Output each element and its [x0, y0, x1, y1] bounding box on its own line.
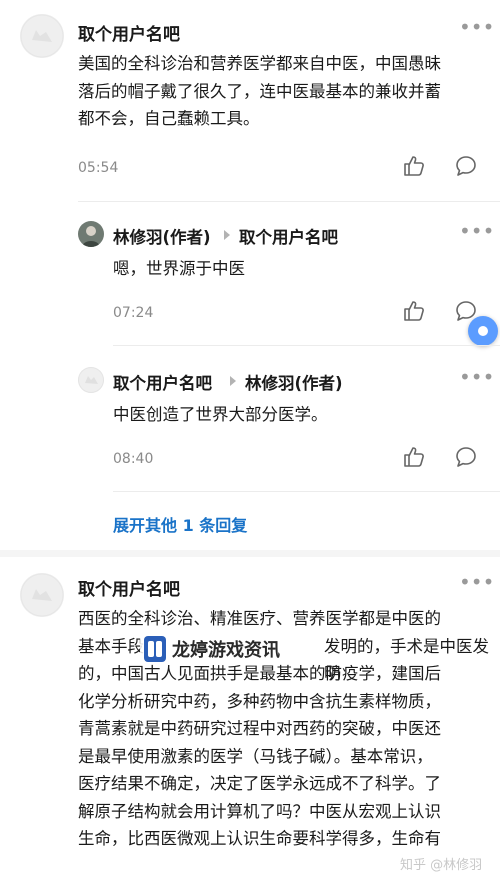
reply-username[interactable]: 林修羽(作者) — [113, 224, 211, 248]
floating-action-button[interactable] — [468, 316, 498, 346]
reply-username[interactable]: 取个用户名吧 — [113, 370, 212, 394]
comment-line: 生命，比西医微观上认识生命要科学得多，生命有 — [78, 829, 441, 848]
more-options-icon[interactable]: ••• — [459, 367, 494, 387]
divider — [113, 345, 500, 346]
avatar[interactable] — [20, 14, 64, 58]
comment-line: 西医的全科诊治、精准医疗、营养医学都是中医的 — [78, 609, 441, 628]
comment-line: 都不会，自己蠢赖工具。 — [78, 109, 260, 128]
reply-time: 07:24 — [113, 305, 154, 321]
reply-body: 嗯，世界源于中医 — [113, 259, 245, 278]
reply-arrow-icon — [230, 376, 236, 386]
comment-line: 美国的全科诊治和营养医学都来自中医，中国愚昧 — [78, 54, 441, 73]
avatar[interactable] — [20, 573, 64, 617]
more-options-icon[interactable]: ••• — [459, 17, 494, 37]
like-icon[interactable] — [403, 446, 425, 472]
reply-body: 中医创造了世界大部分医学。 — [113, 405, 328, 424]
like-icon[interactable] — [403, 155, 425, 181]
watermark-logo-icon — [144, 636, 166, 662]
divider — [113, 491, 500, 492]
reply-target[interactable]: 林修羽(作者) — [245, 370, 343, 394]
comment-line: 化学分析研究中药，多种药物中含抗生素样物质， — [78, 691, 441, 711]
comment-time: 05:54 — [78, 160, 119, 176]
avatar[interactable] — [78, 221, 104, 247]
reply-icon[interactable] — [455, 155, 477, 181]
reply-icon[interactable] — [455, 446, 477, 472]
comment-username[interactable]: 取个用户名吧 — [78, 575, 180, 600]
more-options-icon[interactable]: ••• — [459, 572, 494, 592]
section-divider — [0, 550, 500, 557]
watermark-label: 龙婷游戏资讯 — [172, 640, 280, 661]
comment-line: 医疗结果不确定，决定了医学永远成不了科学。了 — [78, 774, 441, 793]
expand-replies-link[interactable]: 展开其他 1 条回复 — [113, 512, 247, 536]
avatar[interactable] — [78, 367, 104, 393]
comment-fragment: 发明的，手术是中医发明 — [324, 636, 489, 684]
comment-username[interactable]: 取个用户名吧 — [78, 20, 180, 45]
comment-line: 青蒿素就是中药研究过程中对西药的突破，中医还 — [78, 719, 441, 738]
watermark: 龙婷游戏资讯 — [140, 636, 284, 662]
comment-line: 是最早使用激素的医学（马钱子碱）。基本常识， — [78, 746, 433, 766]
reply-arrow-icon — [224, 230, 230, 240]
comment-body: 美国的全科诊治和营养医学都来自中医，中国愚昧 落后的帽子戴了很久了，连中医最基本… — [78, 50, 488, 133]
reply-time: 08:40 — [113, 451, 154, 467]
divider — [78, 201, 500, 202]
more-options-icon[interactable]: ••• — [459, 221, 494, 241]
comment-line: 解原子结构就会用计算机了吗？中医从宏观上认识 — [78, 801, 441, 821]
reply-target[interactable]: 取个用户名吧 — [239, 224, 338, 248]
watermark-tail: 知乎 @林修羽 — [400, 858, 483, 873]
comment-line: 落后的帽子戴了很久了，连中医最基本的兼收并蓄 — [78, 81, 441, 101]
like-icon[interactable] — [403, 300, 425, 326]
